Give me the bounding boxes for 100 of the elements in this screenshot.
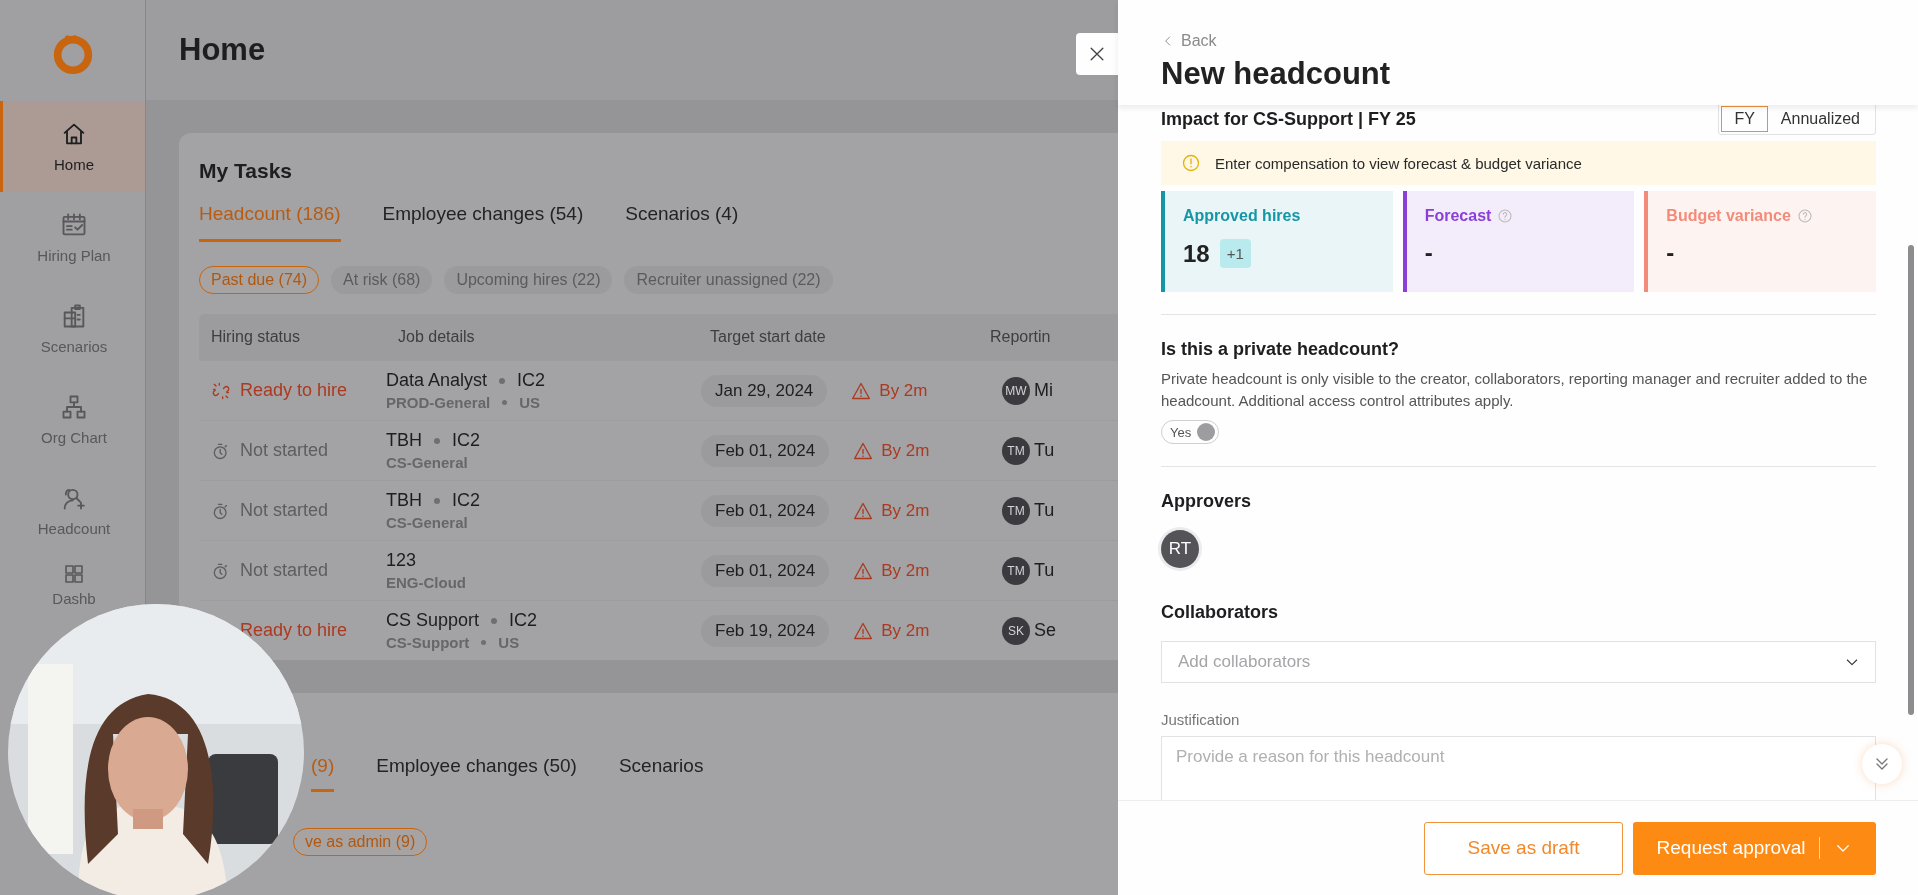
warning-icon [851, 380, 872, 401]
stat-label: Forecast [1424, 207, 1492, 225]
sidebar-item[interactable]: Org Chart [0, 374, 145, 465]
due-text: By 2m [881, 440, 930, 461]
separator-dot [499, 377, 506, 384]
due-text: By 2m [881, 500, 930, 521]
save-draft-button[interactable]: Save as draft [1424, 821, 1623, 875]
avatar: TM [1002, 556, 1030, 585]
field-label: Justification [1161, 711, 1241, 728]
warning-icon [853, 620, 874, 641]
tab[interactable]: Employee changes (54) [382, 203, 584, 242]
job-level: IC2 [517, 370, 546, 391]
column-header: Job details [397, 328, 476, 346]
filter-chip[interactable]: Past due (74) [199, 266, 320, 294]
status-text: Not started [240, 500, 329, 521]
section-title: Collaborators [1161, 602, 1280, 623]
avatar: SK [1002, 616, 1030, 645]
sidebar-item[interactable]: Home [0, 101, 145, 192]
filter-chip[interactable]: Upcoming hires (22) [444, 266, 613, 294]
notice-text: Enter compensation to view forecast & budget variance [1215, 154, 1582, 172]
job-title: CS Support [386, 610, 480, 631]
column-header: Reportin [989, 328, 1052, 346]
back-link[interactable]: Back [1161, 32, 1217, 50]
date-pill: Jan 29, 2024 [701, 374, 828, 407]
department: CS-General [386, 514, 468, 531]
request-approval-button[interactable]: Request approval [1633, 821, 1876, 875]
warning-icon [853, 500, 874, 521]
card-title: My Tasks [199, 159, 293, 183]
department: PROD-General [386, 394, 491, 411]
tab[interactable]: Employee changes (50) [376, 755, 577, 792]
job-level: IC2 [509, 610, 538, 631]
page-title: Home [179, 32, 266, 68]
job-title: 123 [386, 550, 417, 571]
stat-value: - [1666, 239, 1675, 267]
close-button[interactable] [1076, 33, 1118, 75]
org-chart-icon [60, 393, 88, 421]
info-icon [1181, 153, 1201, 173]
due-text: By 2m [881, 620, 930, 641]
column-header: Hiring status [210, 328, 301, 346]
stat-label: Budget variance [1666, 207, 1791, 225]
status-text: Not started [240, 560, 329, 581]
tab[interactable]: Scenarios (4) [625, 203, 739, 242]
date-pill: Feb 01, 2024 [701, 494, 830, 527]
stat-label: Approved hires [1183, 207, 1301, 225]
section-title: Impact for CS-Support | FY 25 [1161, 108, 1416, 130]
avatar: TM [1002, 496, 1030, 525]
manager-name: Tu [1034, 440, 1055, 461]
scrollbar[interactable] [1908, 245, 1914, 715]
stat-value: - [1424, 239, 1433, 267]
filter-chip[interactable]: At risk (68) [331, 266, 433, 294]
department: CS-General [386, 454, 468, 471]
status-text: Not started [240, 440, 329, 461]
separator-dot [491, 617, 498, 624]
date-pill: Feb 19, 2024 [701, 614, 830, 647]
manager-name: Tu [1034, 560, 1055, 581]
tab[interactable]: Headcount (186) [199, 203, 341, 242]
manager-name: Tu [1034, 500, 1055, 521]
department: ENG-Cloud [386, 574, 466, 591]
drawer-title: New headcount [1161, 56, 1392, 92]
sidebar-item[interactable]: Hiring Plan [0, 192, 145, 283]
manager-name: Mi [1034, 380, 1053, 401]
warning-icon [853, 440, 874, 461]
job-level: IC2 [452, 490, 480, 511]
avatar: RT [1161, 530, 1199, 568]
separator-dot [481, 640, 487, 645]
section-title: Approvers [1161, 491, 1253, 512]
stat-value: 18 [1183, 239, 1210, 268]
date-pill: Feb 01, 2024 [701, 554, 830, 587]
job-level: IC2 [452, 430, 480, 451]
job-title: Data Analyst [386, 370, 488, 391]
avatar: TM [1002, 436, 1030, 465]
column-header: Target start date [709, 328, 827, 346]
manager-name: Se [1034, 620, 1057, 641]
department: CS-Support [386, 634, 470, 651]
grid-icon [62, 562, 86, 586]
date-pill: Feb 01, 2024 [701, 434, 830, 467]
avatar: MW [1002, 376, 1030, 405]
period-option[interactable]: FY [1721, 106, 1768, 132]
due-text: By 2m [881, 560, 930, 581]
due-text: By 2m [879, 380, 928, 401]
delta-badge: +1 [1219, 239, 1251, 268]
job-title: TBH [386, 430, 422, 451]
justification-field[interactable]: Provide a reason for this headcount [1161, 736, 1876, 800]
filter-chip[interactable]: Recruiter unassigned (22) [624, 266, 833, 294]
sidebar-item[interactable]: Dashb [0, 556, 145, 608]
sidebar-item[interactable]: Headcount [0, 465, 145, 556]
filter-chip[interactable]: ve as admin (9) [293, 828, 428, 856]
tab[interactable]: (9) [311, 755, 335, 792]
location: US [519, 394, 541, 411]
separator-dot [434, 437, 440, 444]
tab[interactable]: Scenarios [618, 755, 704, 792]
status-text: Ready to hire [240, 380, 348, 401]
period-option[interactable]: Annualized [1767, 106, 1873, 132]
sidebar-item[interactable]: Scenarios [0, 283, 145, 374]
warning-icon [853, 560, 874, 581]
description-text: Private headcount is only visible to the creator, collaborators, reporting manager and recruiter added to the headcount. Additional access control attributes apply. [1161, 369, 1869, 411]
scroll-down-button[interactable] [1862, 744, 1902, 784]
collaborators-dropdown[interactable]: Add collaborators [1161, 641, 1876, 683]
separator-dot [434, 497, 440, 504]
section-title: Is this a private headcount? [1161, 339, 1401, 360]
